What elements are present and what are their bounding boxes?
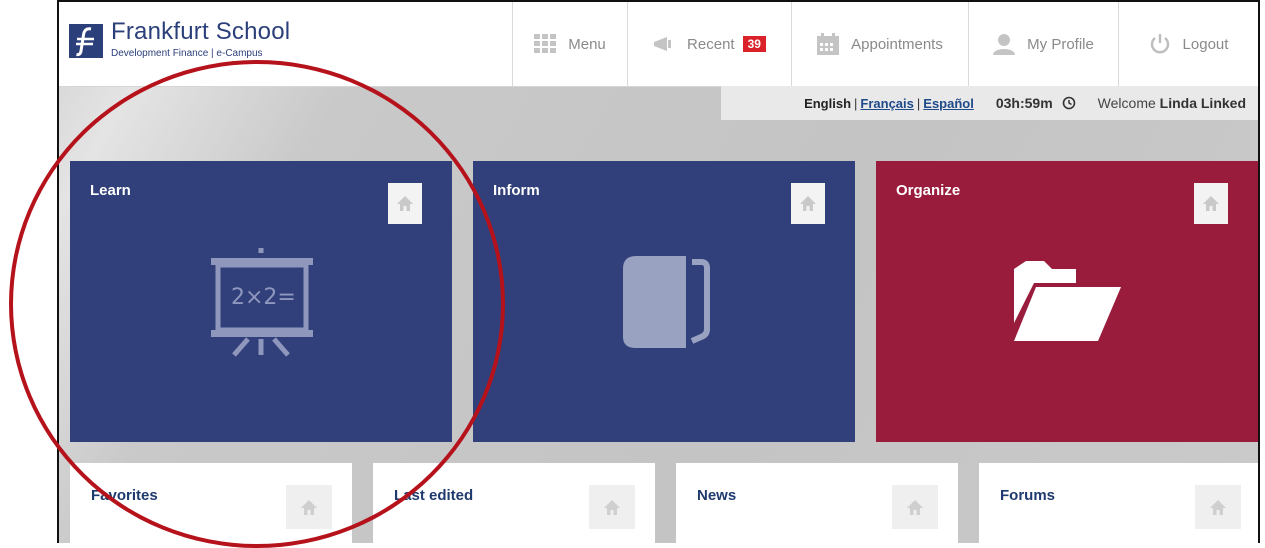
logo-mark-icon (69, 24, 103, 58)
tile-news[interactable]: News (676, 463, 958, 543)
nav-logout[interactable]: Logout (1118, 2, 1258, 86)
nav-my-profile[interactable]: My Profile (968, 2, 1118, 86)
session-timer: 03h:59m (996, 95, 1076, 111)
nav-menu-label: Menu (568, 35, 606, 53)
user-icon (993, 33, 1016, 55)
session-timer-value: 03h:59m (995, 95, 1053, 111)
nav-appointments[interactable]: Appointments (791, 2, 968, 86)
tile-learn[interactable]: Learn 2×2= (70, 161, 452, 442)
grid-icon (534, 34, 557, 54)
tile-forums-title: Forums (1000, 487, 1056, 504)
language-english[interactable]: English (804, 96, 851, 111)
folder-icon (1014, 261, 1121, 341)
nav-menu[interactable]: Menu (512, 2, 627, 86)
megaphone-icon (653, 36, 675, 52)
nav-recent[interactable]: Recent 39 (627, 2, 791, 86)
logo-subtitle: Development Finance | e-Campus (111, 48, 263, 59)
home-icon (1210, 499, 1226, 515)
tile-last-edited[interactable]: Last edited (373, 463, 655, 543)
tile-favorites-title: Favorites (91, 487, 158, 504)
welcome-text: Welcome Linda Linked (1097, 95, 1246, 111)
nav-recent-label: Recent (687, 35, 735, 53)
blackboard-icon: 2×2= (211, 248, 313, 357)
nav-appointments-label: Appointments (851, 35, 943, 53)
language-espanol[interactable]: Español (923, 96, 974, 111)
tile-forums[interactable]: Forums (979, 463, 1258, 543)
top-header: Frankfurt School Development Finance | e… (59, 2, 1258, 87)
home-icon (907, 499, 923, 515)
tile-inform[interactable]: Inform (473, 161, 855, 442)
tile-favorites[interactable]: Favorites (70, 463, 352, 543)
recent-count-badge: 39 (742, 36, 766, 52)
tile-favorites-home-button[interactable] (286, 485, 332, 529)
nav-logout-label: Logout (1182, 35, 1229, 53)
clock-history-icon (1062, 96, 1075, 110)
tile-last-edited-title: Last edited (394, 487, 474, 504)
user-name[interactable]: Linda Linked (1160, 95, 1246, 111)
tile-news-title: News (697, 487, 737, 504)
tile-organize[interactable]: Organize (876, 161, 1258, 442)
tile-last-edited-home-button[interactable] (589, 485, 635, 529)
tile-forums-home-button[interactable] (1195, 485, 1241, 529)
session-info-bar: English | Français | Español 03h:59m Welcome… (721, 86, 1258, 120)
logo-title: Frankfurt School (111, 18, 291, 45)
blackboard-text: 2×2= (231, 285, 296, 310)
home-icon (301, 499, 317, 515)
language-switcher: English | Français | Español (804, 95, 974, 111)
book-icon (623, 256, 710, 348)
app-frame: Frankfurt School Development Finance | e… (57, 0, 1260, 543)
language-francais[interactable]: Français (860, 96, 913, 111)
nav-my-profile-label: My Profile (1027, 35, 1094, 53)
top-nav: Menu Recent 39 Appointments My Profile L… (512, 2, 1258, 86)
tile-news-home-button[interactable] (892, 485, 938, 529)
calendar-icon (817, 33, 840, 55)
home-icon (604, 499, 620, 515)
power-icon (1149, 33, 1171, 55)
